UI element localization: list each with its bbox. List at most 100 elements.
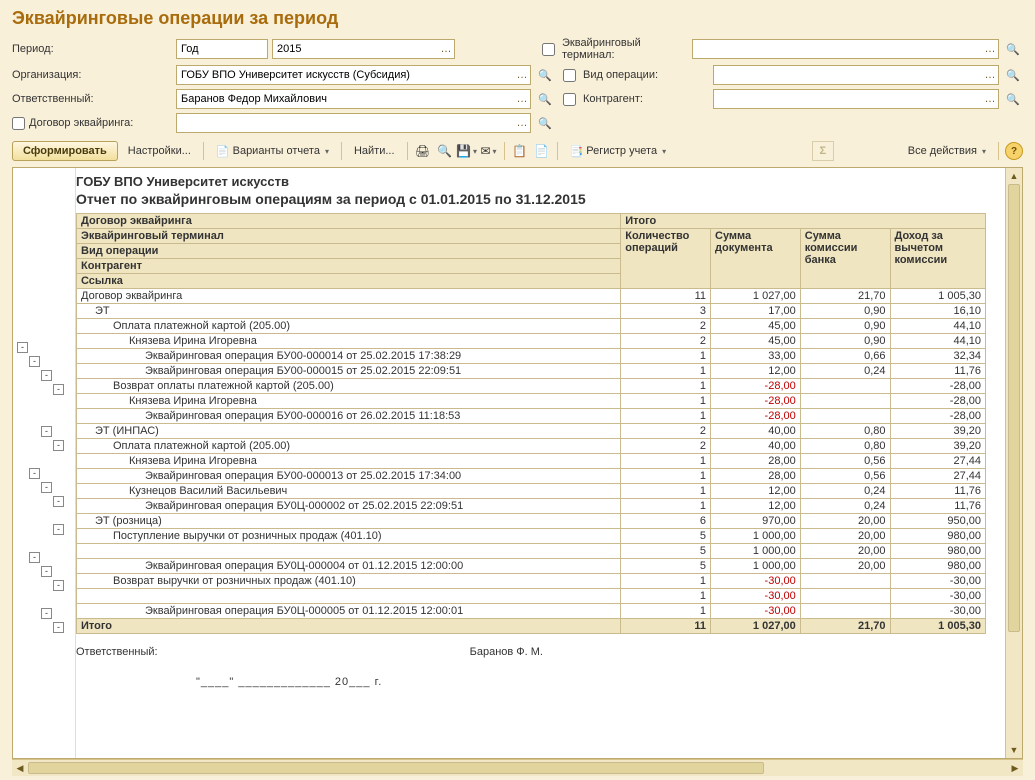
table-row[interactable]: Возврат выручки от розничных продаж (401… [77,574,986,589]
terminal-checkbox[interactable] [542,43,555,56]
counterparty-input[interactable]: … [713,89,999,109]
contract-input[interactable]: … [176,113,531,133]
print-icon[interactable]: 🖨 [414,142,432,160]
tree-toggle[interactable]: - [41,426,52,437]
paste-icon[interactable]: 📄 [533,142,551,160]
horizontal-scrollbar[interactable]: ◀ ▶ [12,759,1023,776]
copy-icon[interactable]: 📋 [511,142,529,160]
terminal-picker-icon[interactable]: … [982,40,998,58]
table-row[interactable]: Князева Ирина Игоревна1-28,00-28,00 [77,394,986,409]
table-row[interactable]: Кузнецов Василий Васильевич112,000,2411,… [77,484,986,499]
tree-toggle[interactable]: - [29,468,40,479]
row-fee: 0,24 [800,484,890,499]
optype-checkbox[interactable] [563,69,576,82]
register-link[interactable]: 📑 Регистр учета [564,142,673,161]
table-row[interactable]: Договор эквайринга111 027,0021,701 005,3… [77,289,986,304]
optype-picker-icon[interactable]: … [982,66,998,84]
tree-gutter: --------------- [13,168,76,758]
counterparty-search-icon[interactable]: 🔍 [1003,89,1023,109]
mail-icon[interactable]: ✉ [480,142,498,160]
table-row[interactable]: 51 000,0020,00980,00 [77,544,986,559]
row-net: 11,76 [890,484,986,499]
scroll-left-icon[interactable]: ◀ [12,760,28,776]
table-row[interactable]: Оплата платежной картой (205.00)245,000,… [77,319,986,334]
table-row[interactable]: ЭТ (ИНПАС)240,000,8039,20 [77,424,986,439]
find-link[interactable]: Найти... [348,142,401,160]
table-row[interactable]: Эквайринговая операция БУ0Ц-000004 от 01… [77,559,986,574]
row-sum: 45,00 [711,334,801,349]
tree-toggle[interactable]: - [41,482,52,493]
contract-checkbox[interactable] [12,117,25,130]
period-value-picker-icon[interactable]: … [438,40,454,58]
row-sum: 28,00 [711,469,801,484]
table-row[interactable]: Эквайринговая операция БУ0Ц-000002 от 25… [77,499,986,514]
table-row[interactable]: Эквайринговая операция БУ00-000015 от 25… [77,364,986,379]
period-type-input[interactable]: … [176,39,268,59]
filters-panel: Период: … … Эквайринговый терминал: … [12,37,1023,133]
contract-picker-icon[interactable]: … [514,114,530,132]
org-input[interactable]: … [176,65,531,85]
row-label: Эквайринговая операция БУ0Ц-000005 от 01… [77,604,621,619]
org-search-icon[interactable]: 🔍 [535,65,555,85]
table-row[interactable]: Возврат оплаты платежной картой (205.00)… [77,379,986,394]
row-label [77,589,621,604]
resp-picker-icon[interactable]: … [514,90,530,108]
scroll-up-icon[interactable]: ▲ [1006,168,1022,184]
resp-input[interactable]: … [176,89,531,109]
settings-link[interactable]: Настройки... [122,142,197,160]
total-sum: 1 027,00 [711,619,801,634]
tree-toggle[interactable]: - [53,440,64,451]
row-net: 39,20 [890,439,986,454]
table-row[interactable]: Поступление выручки от розничных продаж … [77,529,986,544]
terminal-input[interactable]: … [692,39,999,59]
scroll-down-icon[interactable]: ▼ [1006,742,1022,758]
counterparty-checkbox[interactable] [563,93,576,106]
optype-input[interactable]: … [713,65,999,85]
table-row[interactable]: Князева Ирина Игоревна128,000,5627,44 [77,454,986,469]
contract-search-icon[interactable]: 🔍 [535,113,555,133]
footer-date: "____" _____________ 20___ г. [196,676,1001,688]
tree-toggle[interactable]: - [17,342,28,353]
table-row[interactable]: Эквайринговая операция БУ00-000013 от 25… [77,469,986,484]
scroll-right-icon[interactable]: ▶ [1007,760,1023,776]
tree-toggle[interactable]: - [29,552,40,563]
table-row[interactable]: Оплата платежной картой (205.00)240,000,… [77,439,986,454]
all-actions-link[interactable]: Все действия [902,142,992,160]
terminal-search-icon[interactable]: 🔍 [1003,39,1023,59]
counterparty-picker-icon[interactable]: … [982,90,998,108]
table-row[interactable]: Эквайринговая операция БУ0Ц-000005 от 01… [77,604,986,619]
variants-link[interactable]: 📄 Варианты отчета [210,142,335,161]
row-fee [800,589,890,604]
save-icon[interactable]: 💾 [458,142,476,160]
row-net: -30,00 [890,604,986,619]
tree-toggle[interactable]: - [53,496,64,507]
resp-search-icon[interactable]: 🔍 [535,89,555,109]
report-footer: Ответственный: Баранов Ф. М. "____" ____… [76,646,1001,688]
group-header-3: Контрагент [77,259,621,274]
table-row[interactable]: 1-30,00-30,00 [77,589,986,604]
tree-toggle[interactable]: - [29,356,40,367]
preview-icon[interactable]: 🔍 [436,142,454,160]
row-sum: 12,00 [711,484,801,499]
table-row[interactable]: ЭТ317,000,9016,10 [77,304,986,319]
tree-toggle[interactable]: - [41,566,52,577]
table-row[interactable]: ЭТ (розница)6970,0020,00950,00 [77,514,986,529]
group-header-1: Эквайринговый терминал [77,229,621,244]
help-icon[interactable]: ? [1005,142,1023,160]
period-value-input[interactable]: … [272,39,455,59]
row-qty: 1 [621,484,711,499]
vertical-scrollbar[interactable]: ▲ ▼ [1005,168,1022,758]
form-button[interactable]: Сформировать [12,141,118,161]
optype-search-icon[interactable]: 🔍 [1003,65,1023,85]
table-row[interactable]: Эквайринговая операция БУ00-000016 от 26… [77,409,986,424]
table-row[interactable]: Князева Ирина Игоревна245,000,9044,10 [77,334,986,349]
tree-toggle[interactable]: - [41,608,52,619]
tree-toggle[interactable]: - [53,524,64,535]
tree-toggle[interactable]: - [53,384,64,395]
tree-toggle[interactable]: - [53,580,64,591]
period-label: Период: [12,43,172,55]
tree-toggle[interactable]: - [41,370,52,381]
table-row[interactable]: Эквайринговая операция БУ00-000014 от 25… [77,349,986,364]
org-picker-icon[interactable]: … [514,66,530,84]
tree-toggle[interactable]: - [53,622,64,633]
